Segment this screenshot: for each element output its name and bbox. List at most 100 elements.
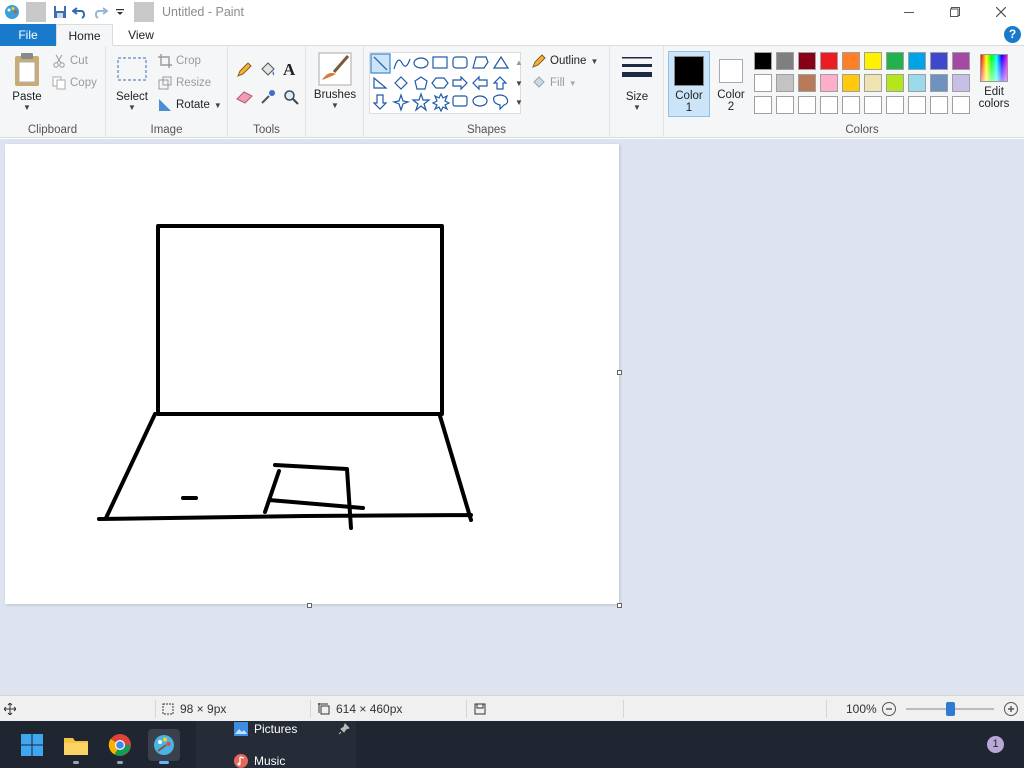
customize-quick-access-icon[interactable] xyxy=(110,2,130,22)
select-button[interactable]: Select ▼ xyxy=(112,56,152,112)
fill-button[interactable]: Fill ▼ xyxy=(532,76,577,90)
color-swatch[interactable] xyxy=(820,52,838,70)
pencil-icon[interactable] xyxy=(236,62,252,81)
edit-colors-button[interactable]: Edit colors xyxy=(974,52,1014,118)
eraser-icon[interactable] xyxy=(236,90,254,107)
colors-group-label: Colors xyxy=(845,124,879,136)
tab-home[interactable]: Home xyxy=(56,24,113,46)
canvas-size-icon xyxy=(318,703,330,715)
start-button[interactable] xyxy=(16,729,48,761)
color-swatch[interactable] xyxy=(930,96,948,114)
taskbar-chrome[interactable] xyxy=(104,729,136,764)
color2-swatch xyxy=(719,59,743,83)
color-swatch[interactable] xyxy=(776,74,794,92)
close-button[interactable] xyxy=(978,0,1024,24)
size-label: Size xyxy=(625,91,649,103)
canvas-resize-handle-bottom[interactable] xyxy=(307,603,312,608)
shapes-group: ▲ ▼ ▼ Outline ▼ Fill ▼ Shapes xyxy=(364,46,610,138)
color-swatch[interactable] xyxy=(798,96,816,114)
color-swatch[interactable] xyxy=(754,74,772,92)
color-swatch[interactable] xyxy=(820,74,838,92)
edit-colors-label: Edit xyxy=(984,86,1004,98)
color-swatch[interactable] xyxy=(864,96,882,114)
file-size xyxy=(474,696,486,722)
zoom-out-button[interactable] xyxy=(881,696,897,722)
color-swatch[interactable] xyxy=(952,96,970,114)
taskbar-paint[interactable] xyxy=(148,729,180,764)
zoom-slider-thumb[interactable] xyxy=(946,702,955,716)
jump-item-music[interactable]: Music xyxy=(234,754,285,768)
crop-button[interactable]: Crop xyxy=(158,54,201,68)
tab-file[interactable]: File xyxy=(0,24,56,46)
color-swatch[interactable] xyxy=(820,96,838,114)
size-button[interactable]: Size ▼ xyxy=(614,54,660,112)
color-swatch[interactable] xyxy=(864,52,882,70)
zoom-slider[interactable] xyxy=(906,696,994,722)
pin-icon[interactable] xyxy=(338,723,350,738)
minimize-button[interactable] xyxy=(886,0,932,24)
scroll-up-icon[interactable]: ▲ xyxy=(515,58,523,67)
rotate-button[interactable]: Rotate ▼ xyxy=(158,98,222,112)
brushes-label: Brushes xyxy=(313,89,357,101)
canvas-drawing xyxy=(97,224,473,530)
rotate-icon xyxy=(159,99,171,111)
outline-icon xyxy=(532,54,546,68)
outline-button[interactable]: Outline ▼ xyxy=(532,54,598,68)
color-swatch[interactable] xyxy=(754,52,772,70)
color-swatch[interactable] xyxy=(952,74,970,92)
paint-app-icon[interactable] xyxy=(2,2,22,22)
brushes-group: Brushes ▼ xyxy=(306,46,364,138)
color-swatch[interactable] xyxy=(798,52,816,70)
fill-bucket-icon[interactable] xyxy=(259,62,277,81)
paste-label: Paste xyxy=(12,91,42,103)
taskbar-file-explorer[interactable] xyxy=(60,729,92,764)
undo-icon[interactable] xyxy=(70,2,90,22)
color-swatch[interactable] xyxy=(864,74,882,92)
edit-colors-label-2: colors xyxy=(978,98,1010,110)
help-icon[interactable]: ? xyxy=(1004,26,1021,43)
save-icon[interactable] xyxy=(50,2,70,22)
color-swatch[interactable] xyxy=(886,52,904,70)
copy-button[interactable]: Copy xyxy=(52,76,97,90)
canvas-resize-handle-corner[interactable] xyxy=(617,603,622,608)
chevron-down-icon: ▼ xyxy=(213,100,222,110)
color-swatch[interactable] xyxy=(952,52,970,70)
color-swatch[interactable] xyxy=(908,74,926,92)
brushes-button[interactable]: Brushes ▼ xyxy=(310,52,360,110)
color-swatch[interactable] xyxy=(754,96,772,114)
chevron-down-icon: ▼ xyxy=(633,103,641,112)
color-swatch[interactable] xyxy=(886,74,904,92)
cut-button[interactable]: Cut xyxy=(52,54,88,68)
color-swatch[interactable] xyxy=(842,96,860,114)
color-swatch[interactable] xyxy=(776,96,794,114)
color-picker-icon[interactable] xyxy=(260,89,276,108)
redo-icon[interactable] xyxy=(90,2,110,22)
drawing-canvas[interactable] xyxy=(5,144,619,604)
tab-view[interactable]: View xyxy=(113,24,169,46)
paste-button[interactable]: Paste ▼ xyxy=(6,52,48,112)
color-swatch[interactable] xyxy=(930,52,948,70)
color-swatch[interactable] xyxy=(776,52,794,70)
scroll-down-icon[interactable]: ▼ xyxy=(515,79,523,88)
color-swatch[interactable] xyxy=(798,74,816,92)
text-tool-icon[interactable]: A xyxy=(283,60,295,80)
color2-button[interactable]: Color 2 xyxy=(712,51,750,117)
color1-number: 1 xyxy=(685,102,693,114)
color-swatch[interactable] xyxy=(908,52,926,70)
magnifier-icon[interactable] xyxy=(283,89,299,108)
zoom-in-button[interactable] xyxy=(1003,696,1019,722)
notification-badge[interactable]: 1 xyxy=(987,736,1004,753)
color-swatch[interactable] xyxy=(842,74,860,92)
workspace xyxy=(0,139,1024,695)
color-swatch[interactable] xyxy=(908,96,926,114)
color1-button[interactable]: Color 1 xyxy=(668,51,710,117)
color-swatch[interactable] xyxy=(842,52,860,70)
resize-button[interactable]: Resize xyxy=(158,76,211,90)
color-swatch[interactable] xyxy=(886,96,904,114)
shapes-more-icon[interactable]: ▼ xyxy=(515,98,523,107)
canvas-resize-handle-right[interactable] xyxy=(617,370,622,375)
scissors-icon xyxy=(53,54,65,68)
color-swatch[interactable] xyxy=(930,74,948,92)
jump-item-pictures[interactable]: Pictures xyxy=(234,722,297,736)
maximize-button[interactable] xyxy=(932,0,978,24)
